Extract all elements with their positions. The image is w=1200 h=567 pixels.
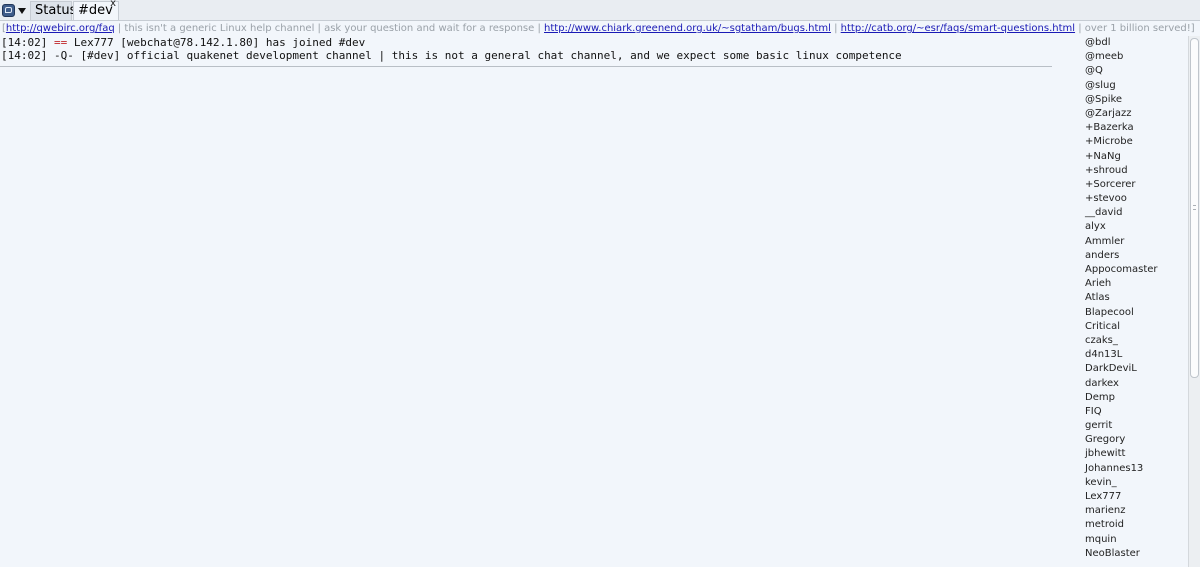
nick-item[interactable]: +shroud (1083, 164, 1188, 178)
nick-item[interactable]: Ammler (1083, 235, 1188, 249)
nick-item[interactable]: metroid (1083, 518, 1188, 532)
caret-down-icon (18, 7, 26, 14)
nick-item[interactable]: Critical (1083, 320, 1188, 334)
nick-item[interactable]: __david (1083, 206, 1188, 220)
nick-item[interactable]: +Bazerka (1083, 121, 1188, 135)
message-text: Lex777 [webchat@78.142.1.80] has joined … (73, 36, 366, 49)
nick-item[interactable]: mquin (1083, 533, 1188, 547)
nick-item[interactable]: czaks_ (1083, 334, 1188, 348)
topic-link-smart-questions[interactable]: http://catb.org/~esr/faqs/smart-question… (841, 23, 1075, 34)
nick-item[interactable]: Johannes13 (1083, 462, 1188, 476)
message-time: [14:02] (1, 49, 48, 62)
nick-item[interactable]: DarkDeviL (1083, 362, 1188, 376)
nick-item[interactable]: darkex (1083, 377, 1188, 391)
scrollbar-thumb[interactable] (1190, 38, 1199, 378)
grip-icon (1193, 205, 1196, 210)
chat-log: [14:02] == Lex777 [webchat@78.142.1.80] … (0, 36, 1082, 567)
nick-item[interactable]: +Microbe (1083, 135, 1188, 149)
nick-item[interactable]: Atlas (1083, 291, 1188, 305)
message-time: [14:02] (1, 36, 48, 49)
topic-link-faq[interactable]: http://qwebirc.org/faq (6, 23, 115, 34)
join-marker: == (53, 36, 68, 49)
tab-status-label: Status (35, 3, 77, 18)
nick-item[interactable]: Appocomaster (1083, 263, 1188, 277)
nick-item[interactable]: +Sorcerer (1083, 178, 1188, 192)
topic-text: | this isn't a generic Linux help channe… (114, 23, 545, 34)
nick-item[interactable]: marienz (1083, 504, 1188, 518)
nick-item[interactable]: +stevoo (1083, 192, 1188, 206)
nick-item[interactable]: +NaNg (1083, 150, 1188, 164)
nick-item[interactable]: alyx (1083, 220, 1188, 234)
topic-separator: | (830, 23, 841, 34)
nick-item[interactable]: jbhewitt (1083, 447, 1188, 461)
nick-list: @bdl @meeb @Q @slug @Spike @Zarjazz +Bazerka +M… (1083, 36, 1188, 567)
nick-item[interactable]: @bdl (1083, 36, 1188, 50)
nick-item[interactable]: gerrit (1083, 419, 1188, 433)
notice-marker: -Q- (53, 49, 74, 62)
close-icon[interactable]: x (110, 0, 116, 10)
nick-item[interactable]: Arieh (1083, 277, 1188, 291)
last-read-marker (0, 66, 1052, 67)
nick-item[interactable]: @slug (1083, 79, 1188, 93)
nick-item[interactable]: Lex777 (1083, 490, 1188, 504)
tab-dev-label: #dev (78, 3, 113, 18)
message-text: [#dev] official quakenet development cha… (80, 49, 902, 62)
nick-item[interactable]: @meeb (1083, 50, 1188, 64)
nick-item[interactable]: FIQ (1083, 405, 1188, 419)
nick-item[interactable]: NeoBlaster (1083, 547, 1188, 561)
main-menu-button[interactable] (2, 2, 28, 19)
tab-dev[interactable]: #dev x (73, 0, 119, 20)
nick-item[interactable]: Blapecool (1083, 306, 1188, 320)
topic-tail: | over 1 billion served!] (1075, 23, 1195, 34)
tab-status[interactable]: Status (30, 1, 76, 20)
nick-item[interactable]: @Q (1083, 64, 1188, 78)
nick-item[interactable]: anders (1083, 249, 1188, 263)
channel-topic: [http://qwebirc.org/faq | this isn't a g… (2, 22, 1198, 35)
qwebirc-logo-icon (2, 4, 15, 17)
tab-bar: Status #dev x (0, 0, 1200, 21)
nick-item[interactable]: Gregory (1083, 433, 1188, 447)
nick-item[interactable]: kevin_ (1083, 476, 1188, 490)
chat-message: [14:02] -Q- [#dev] official quakenet dev… (0, 49, 1082, 62)
nick-item[interactable]: @Zarjazz (1083, 107, 1188, 121)
chat-message: [14:02] == Lex777 [webchat@78.142.1.80] … (0, 36, 1082, 49)
nick-item[interactable]: Demp (1083, 391, 1188, 405)
nick-item[interactable]: @Spike (1083, 93, 1188, 107)
nick-item[interactable]: d4n13L (1083, 348, 1188, 362)
topic-link-bugs[interactable]: http://www.chiark.greenend.org.uk/~sgtat… (544, 23, 831, 34)
nick-list-scrollbar[interactable] (1188, 36, 1200, 567)
